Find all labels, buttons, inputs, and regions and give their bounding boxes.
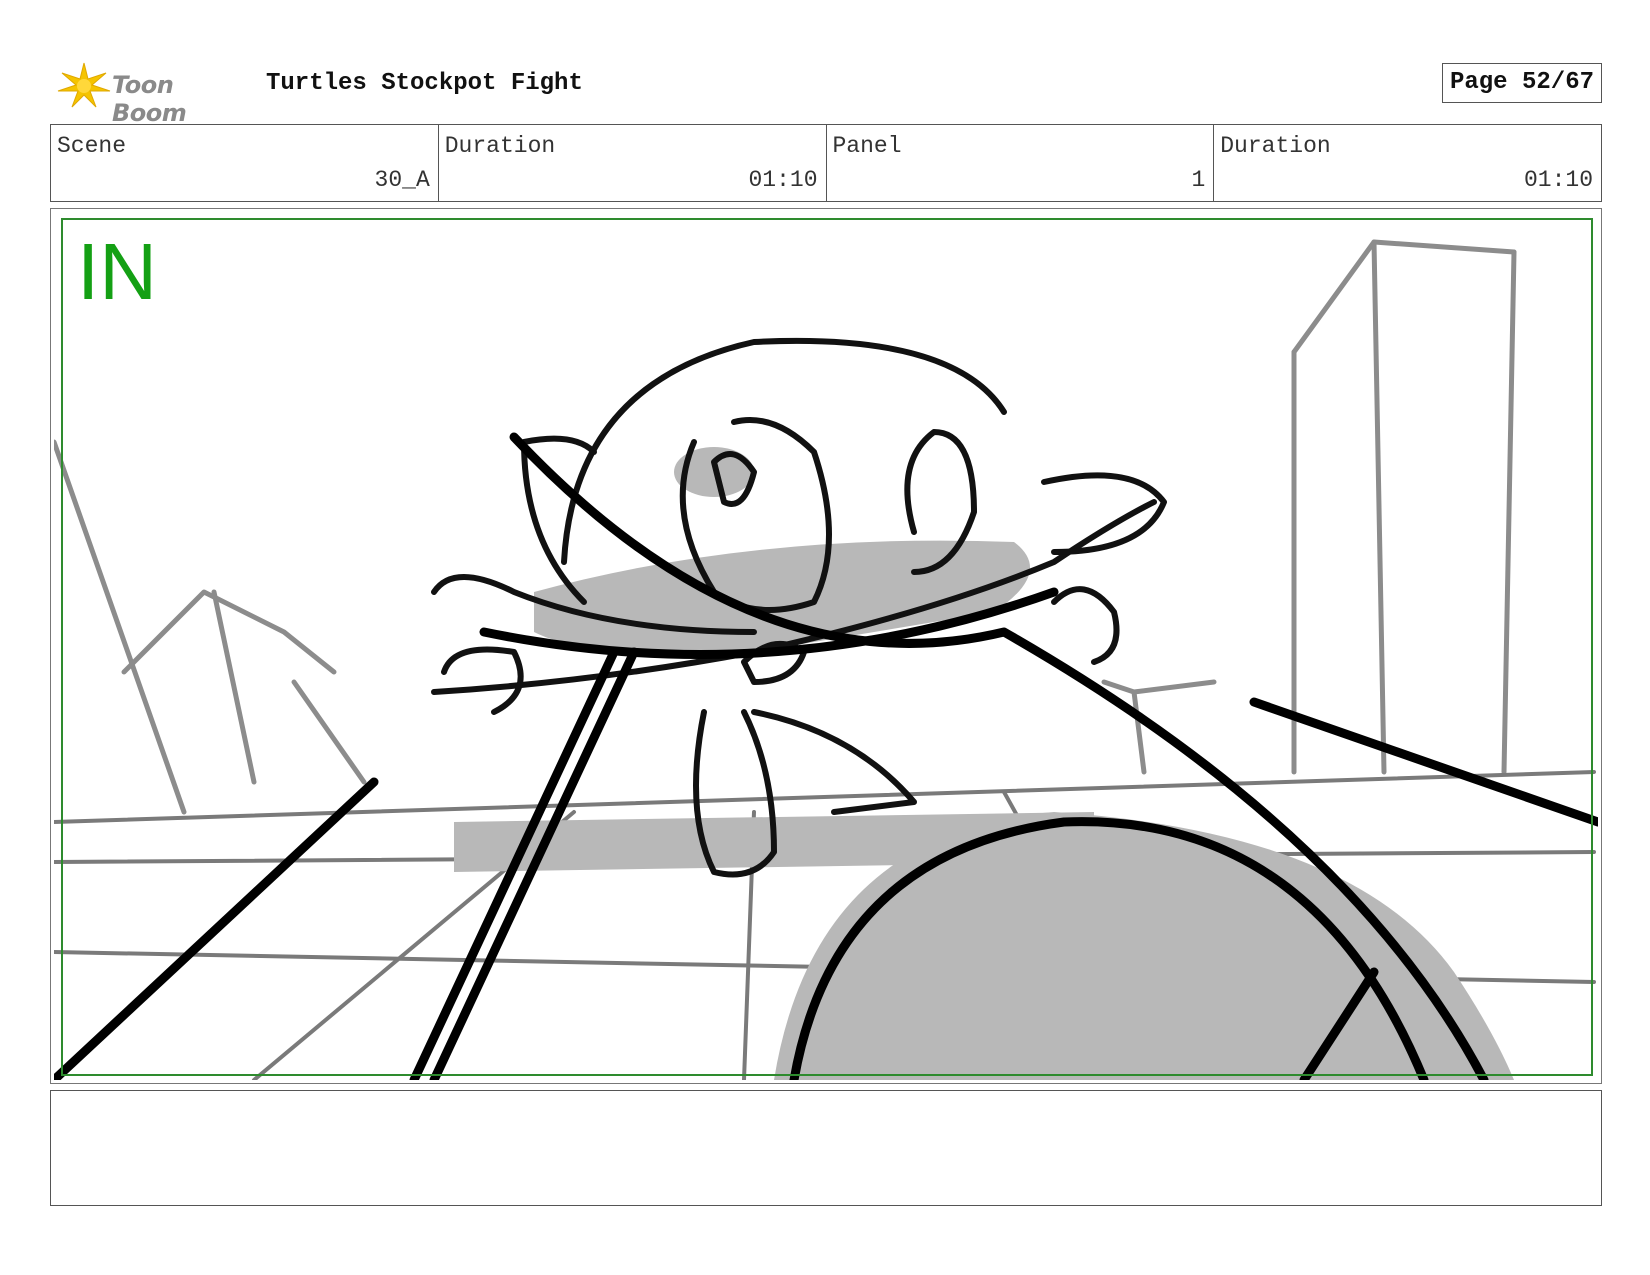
transition-label: IN (77, 227, 157, 316)
scene-label: Scene (57, 133, 127, 159)
panel-duration-value: 01:10 (1523, 167, 1593, 193)
storyboard-panel (50, 208, 1602, 1084)
panel-cell: Panel 1 (827, 125, 1215, 201)
panel-duration-cell: Duration 01:10 (1214, 125, 1601, 201)
project-title: Turtles Stockpot Fight (266, 70, 583, 97)
page-header: Toon Boom Turtles Stockpot Fight Page 52… (50, 55, 1602, 127)
scene-info-table: Scene 30_A Duration 01:10 Panel 1 Durati… (50, 124, 1602, 202)
logo-text: Toon Boom (112, 71, 187, 127)
starburst-icon (57, 62, 111, 108)
panel-notes[interactable] (50, 1090, 1602, 1206)
scene-duration-cell: Duration 01:10 (439, 125, 827, 201)
storyboard-sketch (54, 239, 1598, 1080)
panel-duration-label: Duration (1220, 133, 1331, 159)
scene-duration-value: 01:10 (748, 167, 818, 193)
page-number: Page 52/67 (1441, 63, 1602, 103)
scene-cell: Scene 30_A (51, 125, 439, 201)
scene-value: 30_A (374, 167, 430, 193)
scene-duration-label: Duration (444, 133, 556, 159)
panel-value: 1 (1191, 167, 1206, 193)
toon-boom-logo: Toon Boom (54, 59, 254, 127)
panel-label: Panel (832, 133, 902, 159)
